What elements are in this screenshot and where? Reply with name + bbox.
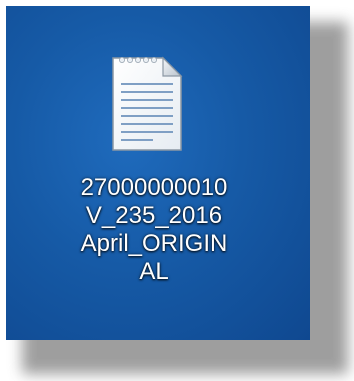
desktop-file-icon[interactable]: 27000000010 V_235_2016 April_ORIGIN AL (56, 50, 252, 310)
file-name-label: 27000000010 V_235_2016 April_ORIGIN AL (56, 174, 252, 286)
file-name-line-1: 27000000010 (80, 174, 228, 201)
desktop-background: 27000000010 V_235_2016 April_ORIGIN AL (6, 6, 310, 340)
file-name-line-3: April_ORIGIN (80, 230, 228, 257)
screenshot-frame: 27000000010 V_235_2016 April_ORIGIN AL (0, 0, 354, 381)
file-name-line-2: V_235_2016 (85, 202, 223, 229)
text-document-icon (112, 56, 183, 151)
file-name-line-4: AL (139, 258, 169, 285)
